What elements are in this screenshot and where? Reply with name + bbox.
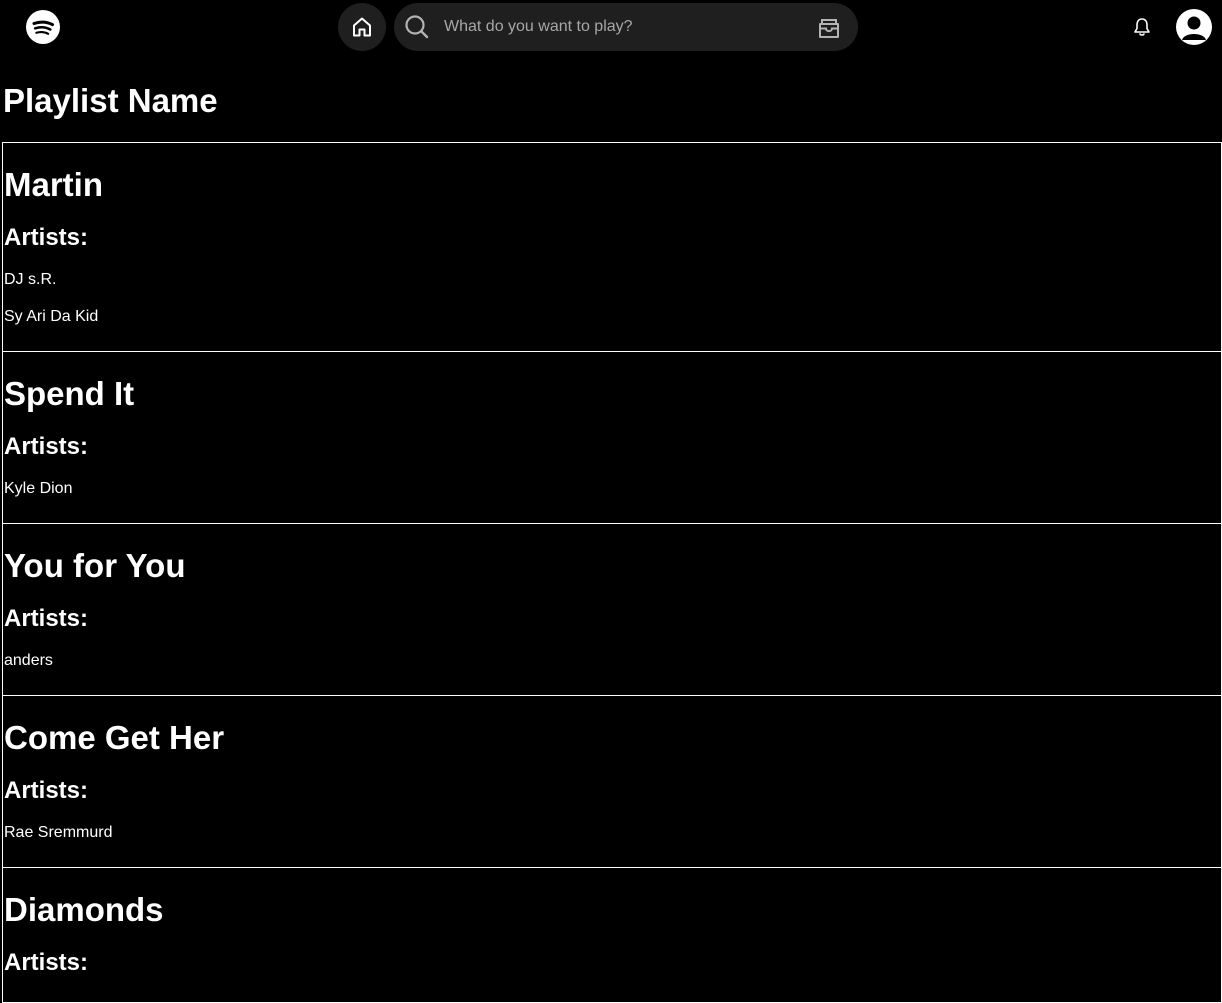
search-icon	[405, 15, 429, 39]
artist-name: Rae Sremmurd	[4, 824, 113, 841]
track-card[interactable]: Spend It Artists: Kyle Dion	[2, 351, 1222, 524]
spotify-logo-icon[interactable]	[26, 10, 60, 44]
search-input[interactable]	[444, 3, 804, 51]
track-card[interactable]: Diamonds Artists:	[2, 867, 1222, 1003]
artist-list: Kyle Dion	[4, 462, 1221, 523]
home-button[interactable]	[338, 3, 386, 51]
artist-name: DJ s.R.	[4, 271, 57, 288]
playlist-title: Playlist Name	[3, 82, 218, 119]
artist-list: anders	[4, 634, 1221, 695]
browse-icon[interactable]	[816, 15, 842, 41]
track-card[interactable]: You for You Artists: anders	[2, 523, 1222, 696]
artists-label: Artists:	[4, 605, 89, 632]
artist-name: Sy Ari Da Kid	[4, 308, 99, 325]
artists-label: Artists:	[4, 224, 89, 251]
bell-icon[interactable]	[1131, 16, 1153, 38]
track-card[interactable]: Come Get Her Artists: Rae Sremmurd	[2, 695, 1222, 868]
track-name: Come Get Her	[4, 719, 225, 756]
artists-label: Artists:	[4, 433, 89, 460]
user-avatar-icon[interactable]	[1176, 9, 1212, 45]
artist-name: Kyle Dion	[4, 480, 73, 497]
track-card[interactable]: Martin Artists: DJ s.R. Sy Ari Da Kid	[2, 142, 1222, 352]
track-name: Martin	[4, 166, 103, 203]
artists-label: Artists:	[4, 949, 89, 976]
track-list: Martin Artists: DJ s.R. Sy Ari Da Kid Spend …	[2, 142, 1222, 1003]
search-box[interactable]	[394, 3, 858, 51]
artists-label: Artists:	[4, 777, 89, 804]
artist-list: DJ s.R. Sy Ari Da Kid	[4, 253, 1221, 351]
track-name: Spend It	[4, 375, 135, 412]
artist-list: Rae Sremmurd	[4, 806, 1221, 867]
track-name: Diamonds	[4, 891, 164, 928]
artist-list	[4, 978, 1221, 1002]
artist-name: anders	[4, 652, 53, 669]
top-bar	[0, 0, 1222, 54]
track-name: You for You	[4, 547, 186, 584]
home-icon	[353, 17, 371, 37]
